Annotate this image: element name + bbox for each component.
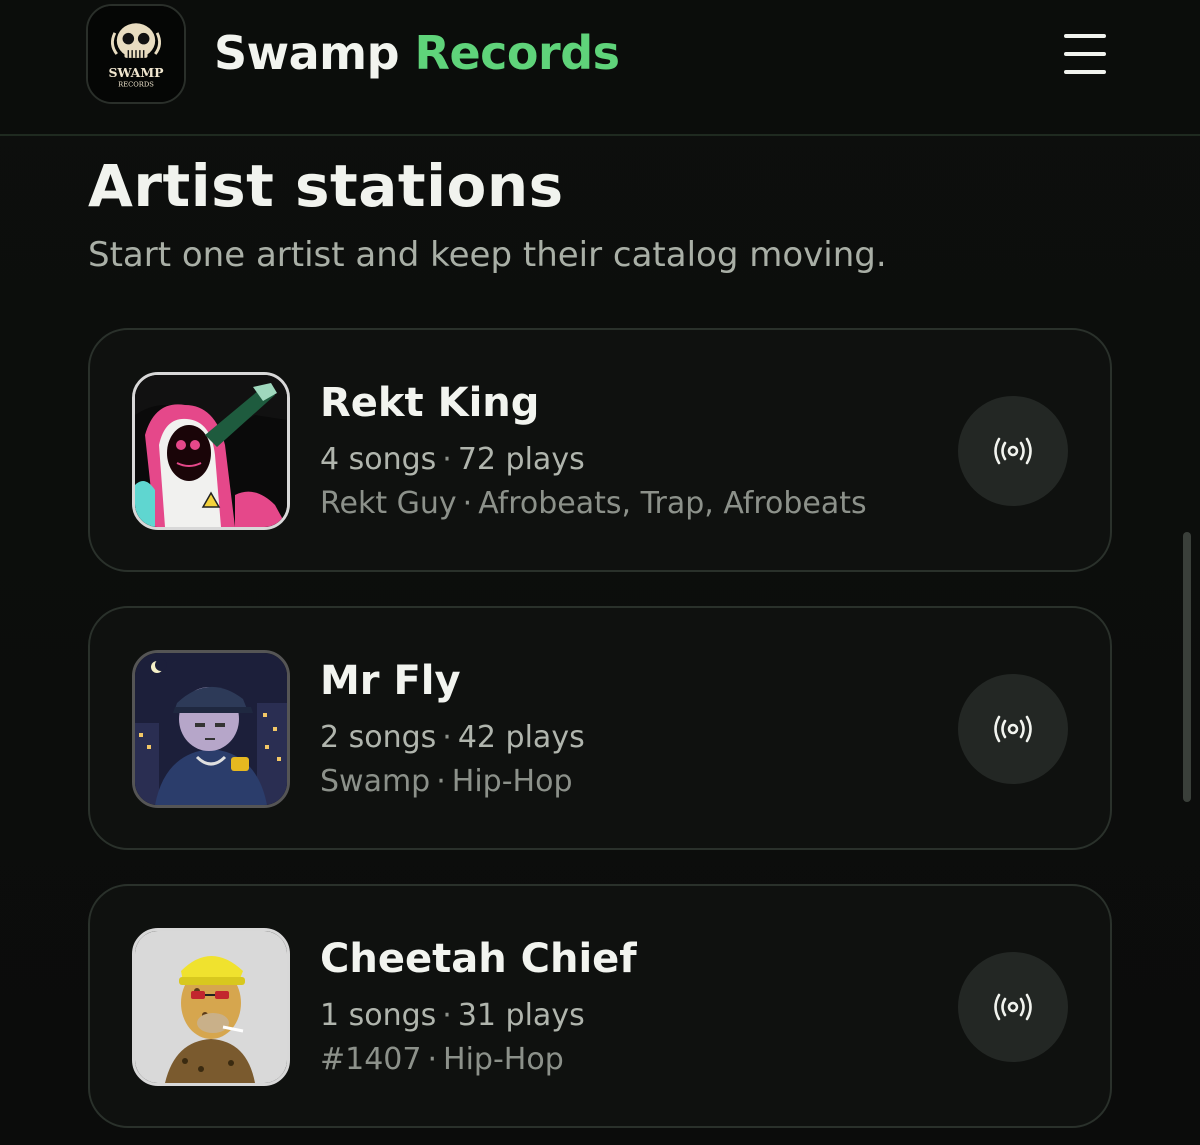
separator-dot: · — [436, 764, 446, 799]
artist-avatar — [132, 928, 290, 1086]
genre-list: Afrobeats, Trap, Afrobeats — [478, 486, 867, 521]
separator-dot: · — [442, 442, 452, 477]
top-bar: SWAMP RECORDS Swamp Records — [0, 0, 1200, 136]
station-meta: Swamp · Hip-Hop — [320, 764, 573, 799]
broadcast-icon — [994, 715, 1032, 743]
start-station-button[interactable] — [958, 674, 1068, 784]
station-meta: Rekt Guy · Afrobeats, Trap, Afrobeats — [320, 486, 867, 521]
song-count: 1 songs — [320, 998, 437, 1033]
logo-subtext: RECORDS — [118, 81, 154, 89]
station-stats: 4 songs · 72 plays — [320, 442, 585, 477]
genre-list: Hip-Hop — [451, 764, 573, 799]
brand-word-swamp: Swamp — [214, 26, 400, 80]
play-count: 72 plays — [457, 442, 585, 477]
station-card-rekt-king[interactable]: Rekt King 4 songs · 72 plays Rekt Guy · Afro… — [88, 328, 1112, 572]
swamp-records-logo[interactable]: SWAMP RECORDS — [86, 4, 186, 104]
page-title: Artist stations — [88, 152, 564, 220]
play-count: 31 plays — [457, 998, 585, 1033]
creator-name: Swamp — [320, 764, 431, 799]
hamburger-icon[interactable] — [1060, 34, 1112, 74]
page-scrollbar[interactable] — [1183, 532, 1191, 802]
separator-dot: · — [442, 720, 452, 755]
station-name: Rekt King — [320, 380, 540, 426]
logo-text: SWAMP — [108, 65, 164, 80]
station-card-cheetah-chief[interactable]: Cheetah Chief 1 songs · 31 plays #1407 · Hip… — [88, 884, 1112, 1128]
broadcast-icon — [994, 993, 1032, 1021]
artist-avatar — [132, 372, 290, 530]
creator-name: Rekt Guy — [320, 486, 457, 521]
start-station-button[interactable] — [958, 396, 1068, 506]
brand-title: Swamp Records — [214, 26, 620, 80]
station-name: Cheetah Chief — [320, 936, 637, 982]
broadcast-icon — [994, 437, 1032, 465]
song-count: 2 songs — [320, 720, 437, 755]
page-subtitle: Start one artist and keep their catalog … — [88, 235, 887, 275]
brand-word-records: Records — [414, 26, 620, 80]
station-meta: #1407 · Hip-Hop — [320, 1042, 564, 1077]
station-name: Mr Fly — [320, 658, 461, 704]
creator-name: #1407 — [320, 1042, 422, 1077]
station-stats: 1 songs · 31 plays — [320, 998, 585, 1033]
separator-dot: · — [442, 998, 452, 1033]
separator-dot: · — [427, 1042, 438, 1077]
separator-dot: · — [462, 486, 473, 521]
station-stats: 2 songs · 42 plays — [320, 720, 585, 755]
station-card-mr-fly[interactable]: Mr Fly 2 songs · 42 plays Swamp · Hip-Hop — [88, 606, 1112, 850]
play-count: 42 plays — [457, 720, 585, 755]
app-page: SWAMP RECORDS Swamp Records Artist stati… — [0, 0, 1200, 1145]
song-count: 4 songs — [320, 442, 437, 477]
genre-list: Hip-Hop — [443, 1042, 564, 1077]
start-station-button[interactable] — [958, 952, 1068, 1062]
artist-avatar — [132, 650, 290, 808]
